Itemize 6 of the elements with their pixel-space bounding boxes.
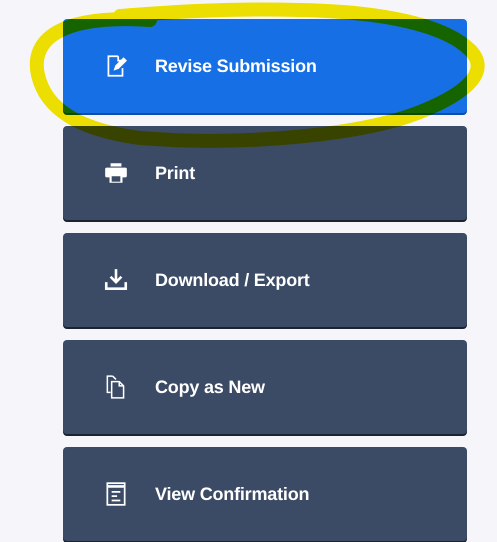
action-button[interactable]: View Confirmation — [63, 447, 467, 541]
download-icon — [103, 267, 129, 293]
action-button[interactable]: Revise Submission — [63, 19, 467, 113]
action-button[interactable]: Print — [63, 126, 467, 220]
action-button[interactable]: Copy as New — [63, 340, 467, 434]
action-button[interactable]: Download / Export — [63, 233, 467, 327]
